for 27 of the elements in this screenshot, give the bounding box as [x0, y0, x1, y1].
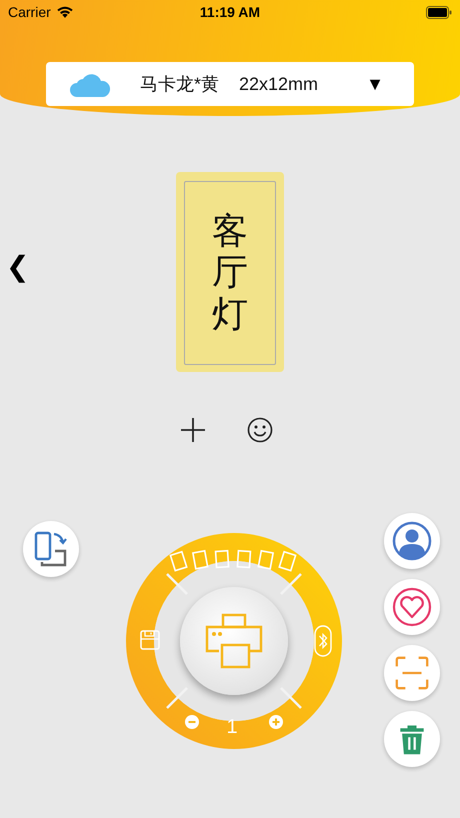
smiley-icon[interactable] — [246, 417, 272, 443]
battery-icon — [426, 6, 452, 18]
dropdown-arrow: ▼ — [366, 74, 384, 94]
save-icon[interactable] — [138, 629, 160, 651]
label-text: 客厅灯 — [212, 210, 248, 336]
rotate-icon — [33, 531, 69, 567]
label-preview[interactable]: 客厅灯 — [176, 172, 284, 372]
rotate-button[interactable] — [23, 521, 79, 577]
wifi-icon — [56, 6, 74, 18]
carrier-name: Carrier — [8, 4, 51, 20]
copies-count: 1 — [226, 716, 238, 739]
plus-icon[interactable] — [268, 715, 282, 729]
scan-icon — [393, 654, 431, 692]
back-button[interactable]: ❮ — [2, 250, 34, 283]
add-icon[interactable] — [180, 417, 206, 443]
minus-icon[interactable] — [184, 715, 198, 729]
label-material-text: 马卡龙*黄 — [140, 73, 220, 96]
favorites-button[interactable] — [384, 579, 440, 635]
status-time: 11:19 AM — [200, 4, 260, 20]
label-type-selector[interactable]: 马卡龙*黄 22x12mm ▼ — [46, 62, 414, 106]
user-icon — [392, 521, 432, 561]
label-size-text: 22x12mm — [239, 74, 318, 94]
scan-button[interactable] — [384, 645, 440, 701]
tape-segments-icon — [168, 547, 298, 573]
delete-button[interactable] — [384, 711, 440, 767]
profile-button[interactable] — [384, 513, 440, 569]
printer-icon — [204, 613, 262, 669]
